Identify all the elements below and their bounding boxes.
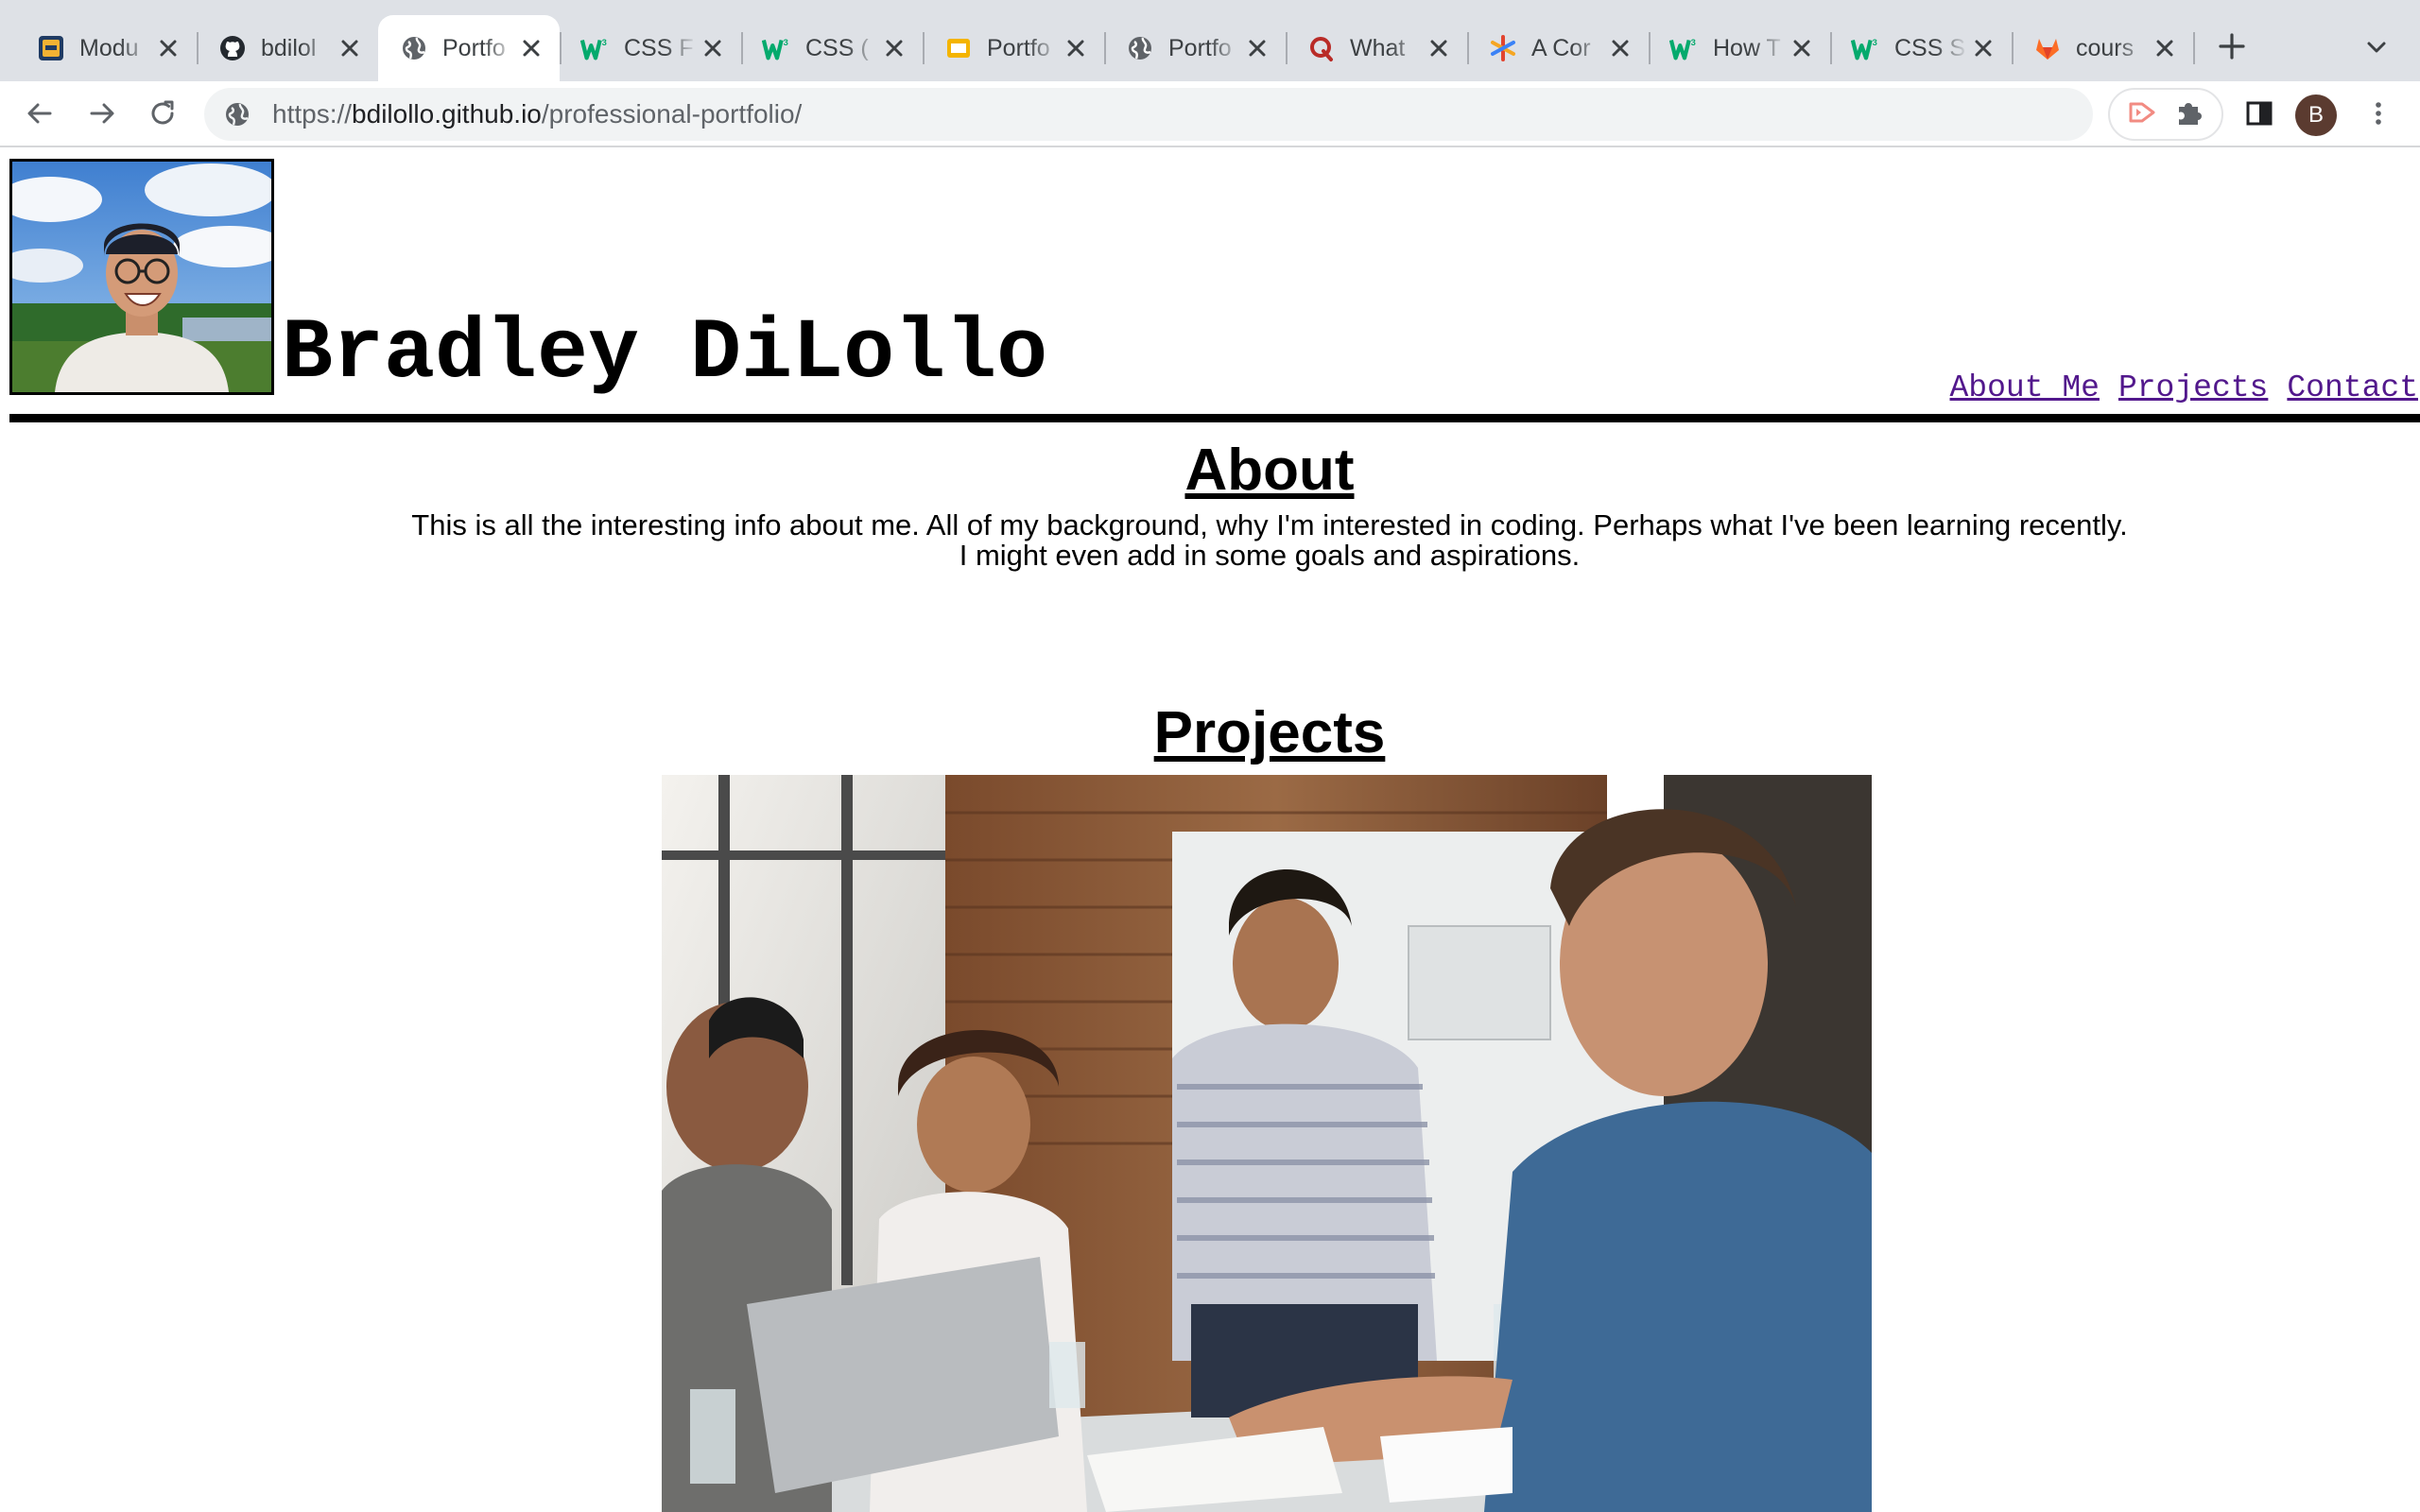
web-page: Bradley DiLollo About Me Projects Contac… <box>0 149 2420 1512</box>
browser-tab[interactable]: 3 How T <box>1649 15 1830 81</box>
module-favicon-icon <box>36 33 66 63</box>
close-icon[interactable] <box>335 33 365 63</box>
browser-tab[interactable]: bdilol <box>197 15 378 81</box>
quora-icon <box>1306 33 1337 63</box>
close-icon[interactable] <box>1605 33 1635 63</box>
side-panel-icon <box>2246 101 2273 126</box>
close-icon[interactable] <box>2150 33 2180 63</box>
svg-text:3: 3 <box>784 37 788 47</box>
about-text: This is all the interesting info about m… <box>0 510 2420 571</box>
about-heading: About <box>1184 438 1355 503</box>
about-line: This is all the interesting info about m… <box>411 508 2128 541</box>
url-text: https://bdilollo.github.io/professional-… <box>272 99 803 129</box>
w3schools-icon: 3 <box>1669 33 1700 63</box>
reload-button[interactable] <box>142 93 183 134</box>
puzzle-icon <box>2179 102 2202 125</box>
tab-title: What <box>1350 34 1406 61</box>
browser-tab[interactable]: Portfo <box>923 15 1104 81</box>
projects-image <box>662 775 1872 1512</box>
browser-tab[interactable]: Modu <box>15 15 197 81</box>
address-bar[interactable]: https://bdilollo.github.io/professional-… <box>204 88 2093 141</box>
tab-title: CSS ( <box>805 34 869 61</box>
browser-tab[interactable]: 3 CSS S <box>1830 15 2012 81</box>
slides-icon <box>943 33 974 63</box>
back-button[interactable] <box>19 93 60 134</box>
w3schools-icon: 3 <box>762 33 792 63</box>
browser-tab[interactable]: 3 CSS F <box>560 15 741 81</box>
svg-text:3: 3 <box>1691 37 1696 47</box>
w3schools-icon: 3 <box>580 33 611 63</box>
tab-search-button[interactable] <box>2358 28 2395 66</box>
close-icon[interactable] <box>1061 33 1091 63</box>
close-icon[interactable] <box>1424 33 1454 63</box>
projects-heading: Projects <box>1153 700 1386 765</box>
tab-title: bdilol <box>261 34 317 61</box>
kebab-menu-icon <box>2376 102 2381 125</box>
reload-icon <box>151 100 174 125</box>
forward-button[interactable] <box>81 93 123 134</box>
about-line: I might even add in some goals and aspir… <box>959 539 1581 572</box>
browser-tab[interactable]: A Cor <box>1467 15 1649 81</box>
side-panel-button[interactable] <box>2238 93 2280 134</box>
profile-avatar[interactable]: B <box>2295 94 2337 136</box>
close-icon[interactable] <box>698 33 728 63</box>
extension-arrow-icon <box>2129 102 2155 122</box>
svg-text:3: 3 <box>1873 37 1877 47</box>
globe-icon <box>226 103 249 126</box>
close-icon[interactable] <box>879 33 909 63</box>
tab-title: Portfo <box>1168 34 1232 61</box>
profile-photo <box>9 159 274 395</box>
tab-strip: Modu bdilol Portfo 3 CSS F 3 CSS ( Portfo Portfo… <box>0 0 2420 81</box>
browser-tab[interactable]: Portfo <box>1104 15 1286 81</box>
tab-title: cours <box>2076 34 2135 61</box>
site-info-icon[interactable] <box>221 98 253 130</box>
tab-separator <box>2193 32 2195 64</box>
browser-menu-button[interactable] <box>2358 93 2399 134</box>
site-name: Bradley DiLollo <box>282 306 1048 403</box>
close-icon[interactable] <box>1968 33 1998 63</box>
globe-icon <box>1125 33 1155 63</box>
extensions-area <box>2108 88 2223 141</box>
new-tab-button[interactable] <box>2210 25 2254 68</box>
browser-tab[interactable]: Portfo <box>378 15 560 81</box>
site-nav: About Me Projects Contact <box>1950 370 2419 405</box>
tab-title: Portfo <box>442 34 506 61</box>
tab-title: CSS F <box>624 34 694 61</box>
browser-tab[interactable]: cours <box>2012 15 2193 81</box>
gitlab-icon <box>2032 33 2063 63</box>
svg-text:3: 3 <box>602 37 607 47</box>
globe-icon <box>399 33 429 63</box>
github-icon <box>217 33 248 63</box>
header-divider <box>9 414 2420 422</box>
tab-title: Portfo <box>987 34 1050 61</box>
nav-link-projects[interactable]: Projects <box>2118 370 2268 405</box>
tab-title: Modu <box>79 34 139 61</box>
extension-button[interactable] <box>2125 95 2159 134</box>
tab-title: How T <box>1713 34 1781 61</box>
nav-link-about-me[interactable]: About Me <box>1950 370 2100 405</box>
tab-title: CSS S <box>1894 34 1966 61</box>
w3schools-icon: 3 <box>1851 33 1881 63</box>
close-icon[interactable] <box>1242 33 1272 63</box>
close-icon[interactable] <box>153 33 183 63</box>
browser-tab[interactable]: 3 CSS ( <box>741 15 923 81</box>
browser-toolbar: https://bdilollo.github.io/professional-… <box>0 81 2420 147</box>
nav-link-contact[interactable]: Contact <box>2287 370 2418 405</box>
asterisk-icon <box>1488 33 1518 63</box>
chevron-down-icon <box>2367 42 2386 53</box>
close-icon[interactable] <box>516 33 546 63</box>
tab-title: A Cor <box>1531 34 1591 61</box>
arrow-left-icon <box>27 103 52 124</box>
close-icon[interactable] <box>1787 33 1817 63</box>
browser-tab[interactable]: What <box>1286 15 1467 81</box>
plus-icon <box>2219 33 2245 60</box>
arrow-right-icon <box>90 103 114 124</box>
extensions-menu-button[interactable] <box>2174 96 2206 133</box>
